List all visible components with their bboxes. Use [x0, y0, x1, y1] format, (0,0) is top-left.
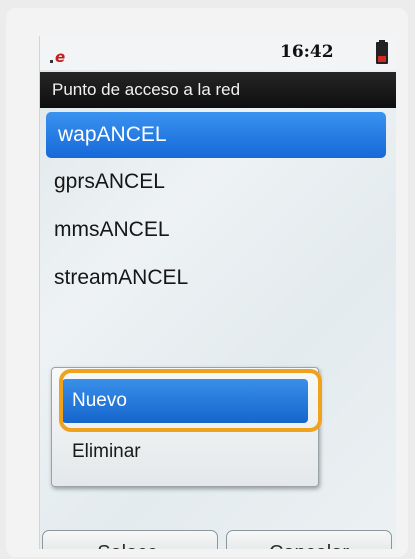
clock-time: 16:42: [280, 42, 334, 62]
phone-screen: e 16:42 Punto de acceso a la red wapANCE…: [39, 36, 396, 549]
menu-item-eliminar[interactable]: Eliminar: [62, 430, 308, 474]
list-item-gprsancel[interactable]: gprsANCEL: [40, 158, 396, 206]
signal-e-icon: e: [50, 48, 65, 64]
svg-text:e: e: [55, 48, 65, 64]
list-item-streamancel[interactable]: streamANCEL: [40, 254, 396, 302]
battery-icon: [376, 40, 388, 64]
status-bar: e 16:42: [40, 36, 396, 70]
access-point-list: wapANCEL gprsANCEL mmsANCEL streamANCEL: [40, 112, 396, 302]
list-item-wapancel[interactable]: wapANCEL: [46, 112, 386, 158]
page-title: Punto de acceso a la red: [40, 72, 396, 108]
select-softkey-button[interactable]: Selecc.: [42, 530, 218, 549]
highlight-outline: [59, 369, 322, 432]
list-item-mmsancel[interactable]: mmsANCEL: [40, 206, 396, 254]
cancel-softkey-button[interactable]: Cancelar: [226, 530, 392, 549]
